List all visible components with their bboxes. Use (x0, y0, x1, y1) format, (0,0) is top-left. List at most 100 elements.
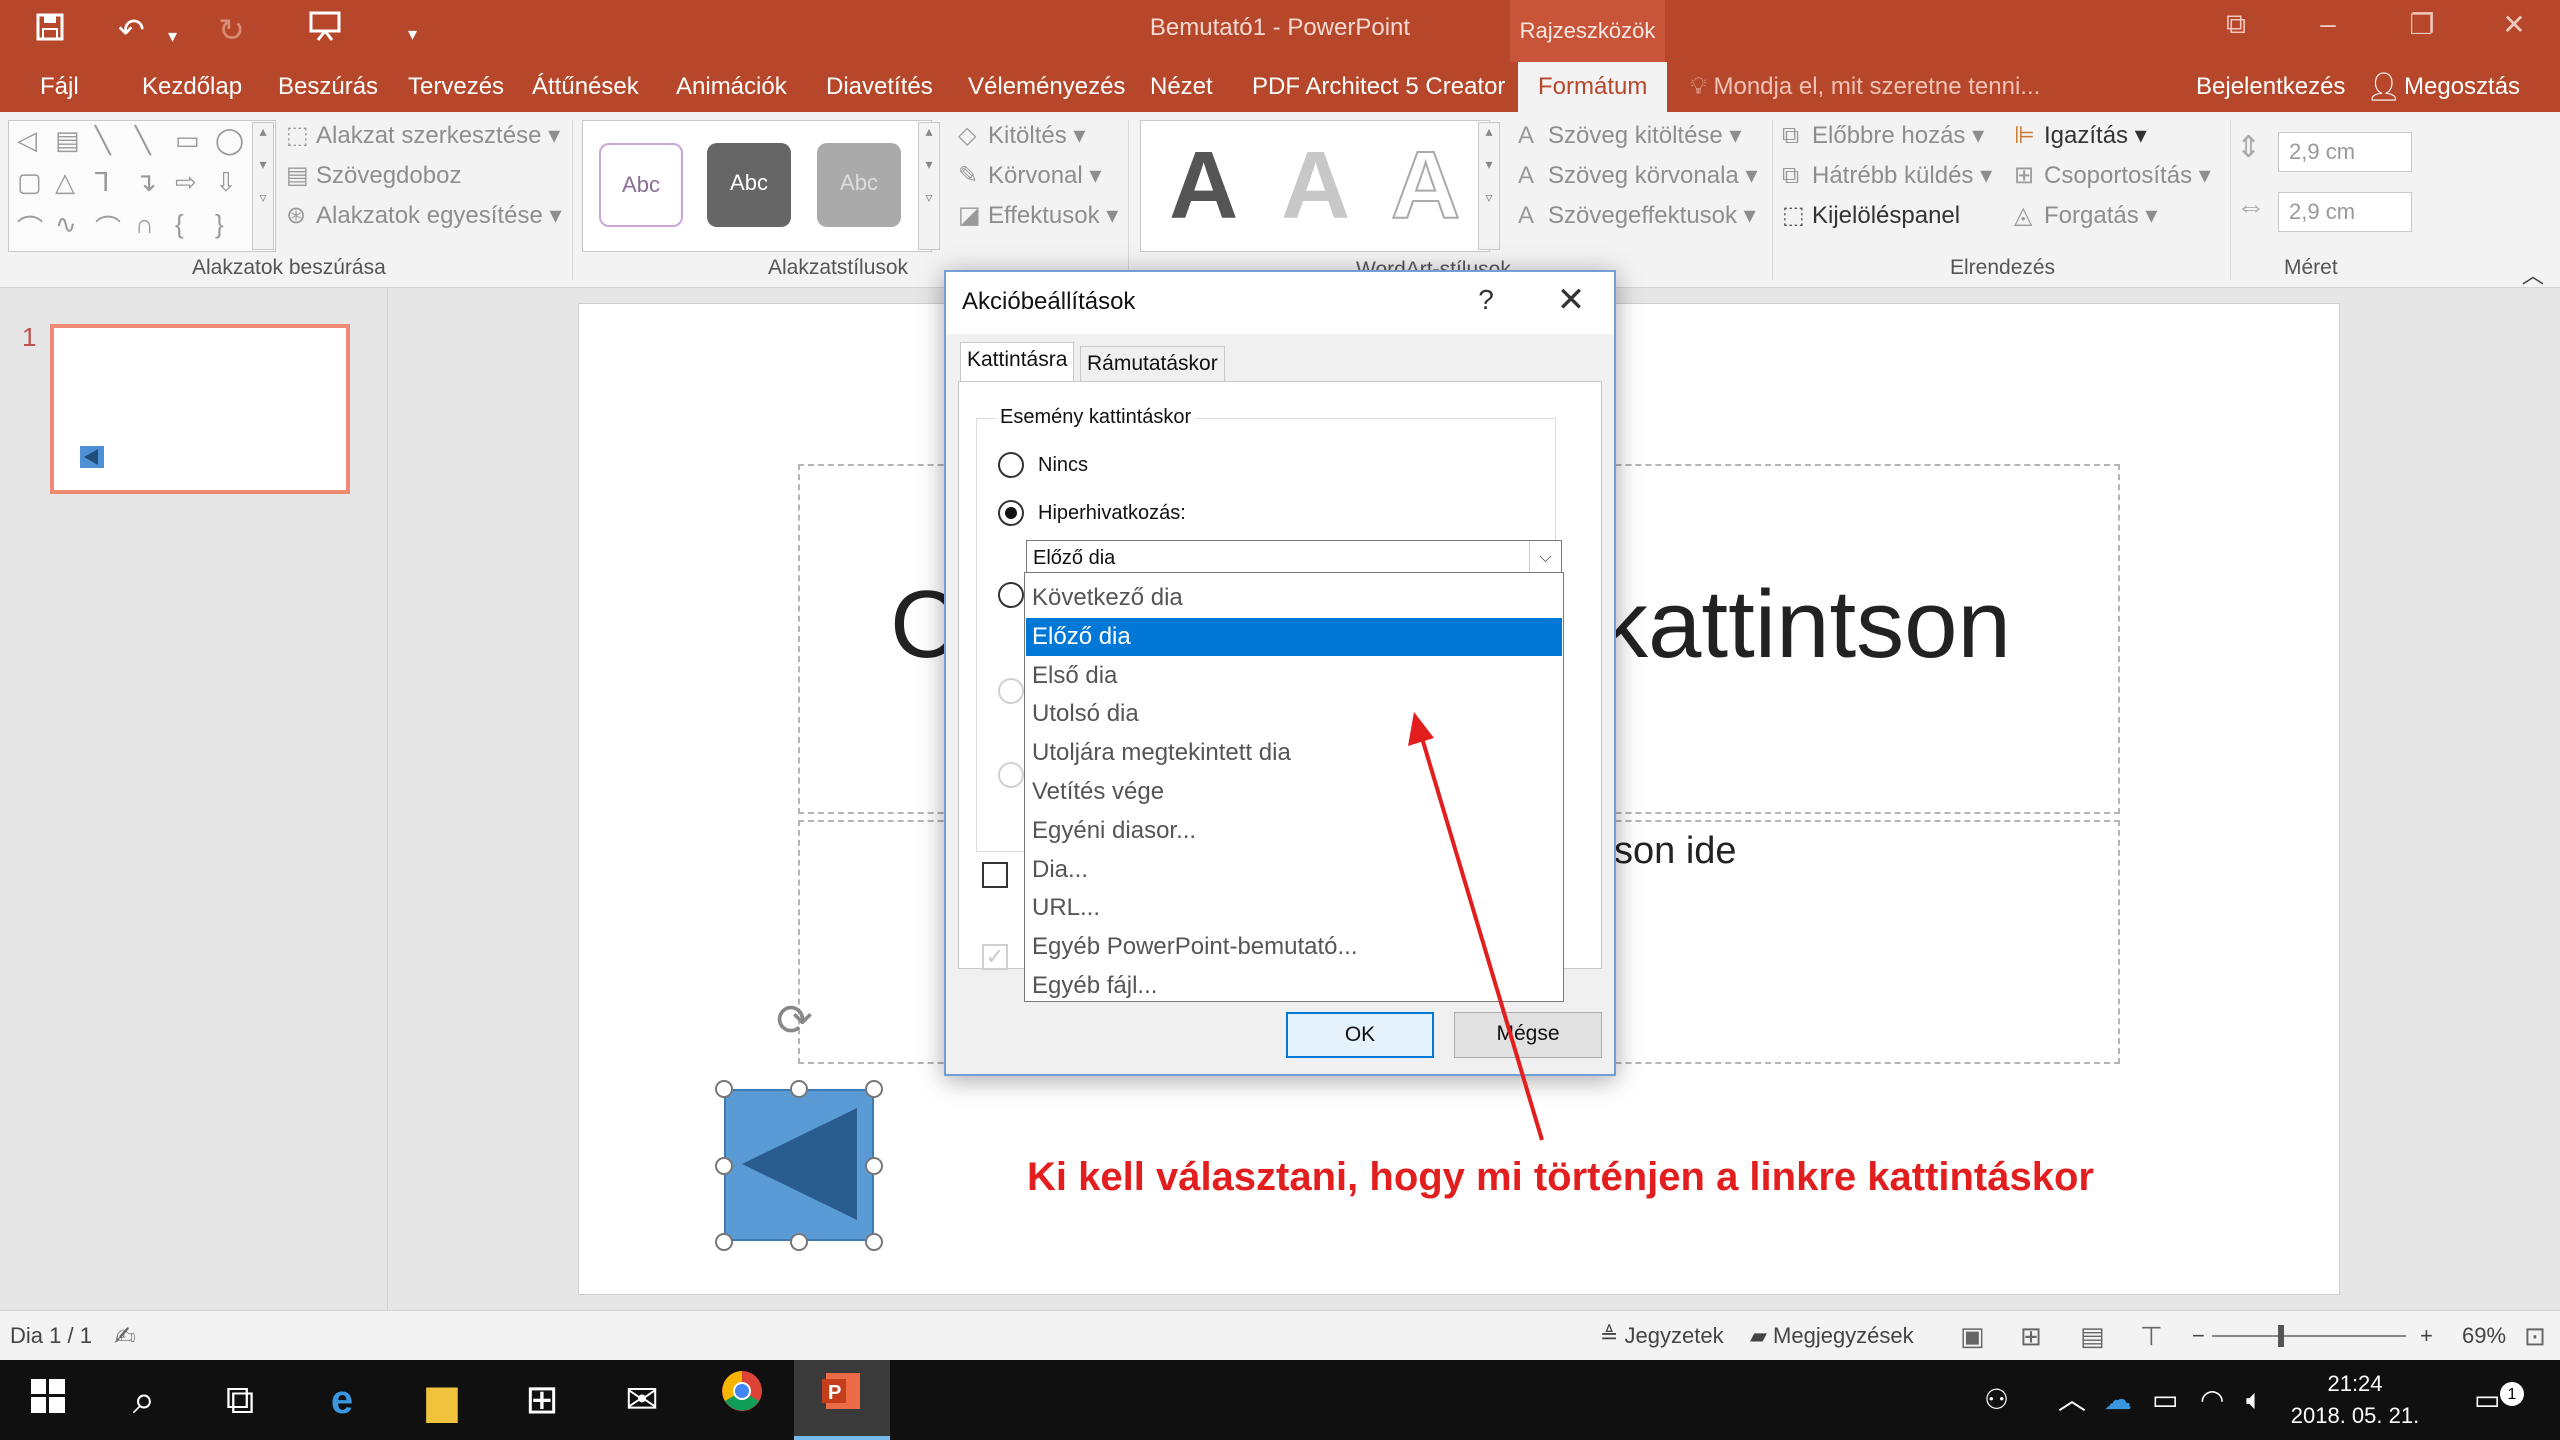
slide-sorter-icon[interactable]: ⊞ (2020, 1311, 2042, 1361)
shape-rounded-rect-icon[interactable]: ▢ (17, 167, 42, 198)
shape-down-arrow-icon[interactable]: ⇩ (215, 167, 237, 198)
wordart-style-solid[interactable]: A (1169, 131, 1238, 241)
resize-handle-top[interactable] (790, 1080, 808, 1098)
zoom-out-button[interactable]: − (2192, 1311, 2205, 1361)
shape-left-brace-icon[interactable]: { (175, 209, 184, 240)
tab-home[interactable]: Kezdőlap (142, 62, 242, 112)
tab-on-click[interactable]: Kattintásra (960, 342, 1075, 382)
notes-button[interactable]: ≜ Jegyzetek (1600, 1311, 1724, 1361)
action-center-icon[interactable]: ▭ (2474, 1360, 2500, 1440)
fit-to-window-icon[interactable]: ⊡ (2524, 1311, 2546, 1361)
wordart-style-light[interactable]: A (1281, 131, 1350, 241)
tab-format[interactable]: Formátum (1518, 62, 1668, 112)
selection-pane-button[interactable]: ⬚ Kijelöléspanel (1782, 200, 1960, 232)
dropdown-option[interactable]: Egyéni diasor... (1026, 812, 1562, 850)
ok-button[interactable]: OK (1286, 1012, 1434, 1058)
volume-icon[interactable]: 🔈︎ (2246, 1360, 2263, 1440)
cancel-button[interactable]: Mégse (1454, 1012, 1602, 1058)
tab-design[interactable]: Tervezés (408, 62, 504, 112)
people-icon[interactable]: ⚇ (1984, 1360, 2009, 1440)
zoom-level[interactable]: 69% (2462, 1311, 2506, 1361)
tab-animations[interactable]: Animációk (676, 62, 787, 112)
normal-view-icon[interactable]: ▣ (1960, 1311, 1985, 1361)
shape-styles-scroll[interactable]: ▴ ▾ ▿ (918, 122, 940, 250)
shape-freeform-icon[interactable]: ⌒ (17, 209, 43, 246)
highlight-click-checkbox[interactable]: ✓ (982, 944, 1008, 970)
merge-shapes-button[interactable]: ⊛ Alakzatok egyesítése ▾ (286, 200, 562, 232)
align-button[interactable]: ⊫ Igazítás ▾ (2014, 120, 2147, 152)
tab-slideshow[interactable]: Diavetítés (826, 62, 933, 112)
chevron-down-icon[interactable]: ⌵ (1529, 541, 1561, 575)
store-icon[interactable]: ⊞ (494, 1360, 590, 1440)
rotate-button[interactable]: ◬ Forgatás ▾ (2014, 200, 2157, 232)
reading-view-icon[interactable]: ▤ (2080, 1311, 2105, 1361)
mail-icon[interactable]: ✉ (594, 1360, 690, 1440)
shape-right-brace-icon[interactable]: } (215, 209, 224, 240)
shape-isosceles-icon[interactable]: △ (55, 167, 75, 198)
shape-styles-gallery[interactable]: Abc Abc Abc (582, 120, 932, 252)
resize-handle-left[interactable] (715, 1157, 733, 1175)
tab-insert[interactable]: Beszúrás (278, 62, 378, 112)
dropdown-option[interactable]: Egyéb PowerPoint-bemutató... (1026, 928, 1562, 966)
edge-browser-icon[interactable]: e (294, 1360, 390, 1440)
share-button[interactable]: 👤︎ Megosztás (2360, 62, 2520, 112)
onedrive-icon[interactable]: ☁ (2104, 1360, 2132, 1440)
spell-check-icon[interactable]: ✍︎ (114, 1311, 136, 1361)
resize-handle-top-right[interactable] (865, 1080, 883, 1098)
dropdown-option[interactable]: Utolsó dia (1026, 695, 1562, 733)
shape-elbow-arrow-icon[interactable]: ↴ (135, 167, 157, 198)
tab-review[interactable]: Véleményezés (968, 62, 1125, 112)
tell-me-search[interactable]: 💡︎ Mondja el, mit szeretne tenni... (1690, 62, 2040, 112)
rotate-handle-icon[interactable]: ⟳ (776, 996, 813, 1046)
powerpoint-taskbar-icon[interactable]: P (794, 1360, 890, 1440)
resize-handle-right[interactable] (865, 1157, 883, 1175)
dropdown-option[interactable]: Dia... (1026, 851, 1562, 889)
taskbar-clock[interactable]: 21:24 2018. 05. 21. (2290, 1368, 2420, 1432)
slide-thumbnail[interactable] (50, 324, 350, 494)
dropdown-option[interactable]: Előző dia (1026, 617, 1562, 656)
shape-oval-icon[interactable]: ◯ (215, 125, 244, 156)
dropdown-option[interactable]: Vetítés vége (1026, 773, 1562, 811)
shape-outline-button[interactable]: ✎ Körvonal ▾ (958, 160, 1101, 192)
text-fill-button[interactable]: A Szöveg kitöltése ▾ (1518, 120, 1741, 152)
radio-hyperlink[interactable] (998, 500, 1024, 526)
tab-on-hover[interactable]: Rámutatáskor (1080, 346, 1225, 382)
zoom-in-button[interactable]: + (2420, 1311, 2433, 1361)
radio-object-action[interactable] (998, 762, 1024, 788)
shape-elbow-icon[interactable]: ⅂ (95, 167, 110, 198)
play-sound-checkbox[interactable] (982, 862, 1008, 888)
resize-handle-top-left[interactable] (715, 1080, 733, 1098)
show-hidden-icons[interactable]: ︿ (2058, 1360, 2086, 1440)
help-icon[interactable]: ? (1466, 284, 1506, 316)
zoom-slider[interactable] (2212, 1335, 2406, 1337)
chrome-icon[interactable] (694, 1360, 790, 1440)
tab-pdf-architect[interactable]: PDF Architect 5 Creator (1252, 62, 1505, 112)
battery-icon[interactable]: ▭ (2152, 1360, 2178, 1440)
bring-forward-button[interactable]: ⧉ Előbbre hozás ▾ (1782, 120, 1984, 152)
shape-right-arrow-icon[interactable]: ⇨ (175, 167, 197, 198)
collapse-ribbon-icon[interactable]: ︿ (2522, 258, 2544, 290)
search-icon[interactable]: ⌕ (96, 1360, 192, 1440)
radio-run-program[interactable] (998, 582, 1024, 608)
minimize-icon[interactable]: – (2298, 8, 2358, 40)
shape-curve-icon[interactable]: ∩ (135, 209, 154, 240)
wordart-gallery-scroll[interactable]: ▴ ▾ ▿ (1478, 122, 1500, 250)
shape-arrow-line-icon[interactable]: ╲ (135, 125, 151, 156)
shape-textbox-icon[interactable]: ▤ (55, 125, 80, 156)
text-box-button[interactable]: ▤ Szövegdoboz (286, 160, 461, 192)
resize-handle-bottom-right[interactable] (865, 1233, 883, 1251)
shapes-gallery[interactable]: ◁ ▤ ╲ ╲ ▭ ◯ ▢ △ ⅂ ↴ ⇨ ⇩ ⌒ ∿ ⌒ ∩ { } (8, 120, 276, 252)
wordart-gallery[interactable]: A A A (1140, 120, 1490, 252)
group-button[interactable]: ⊞ Csoportosítás ▾ (2014, 160, 2211, 192)
restore-icon[interactable]: ❐ (2392, 8, 2452, 41)
close-window-icon[interactable]: ✕ (2484, 8, 2544, 41)
radio-run-macro[interactable] (998, 678, 1024, 704)
shape-style-dark[interactable]: Abc (707, 143, 791, 227)
wifi-icon[interactable]: ◠ (2200, 1360, 2224, 1440)
close-icon[interactable]: ✕ (1546, 280, 1596, 320)
tab-view[interactable]: Nézet (1150, 62, 1213, 112)
wordart-style-outline[interactable]: A (1390, 131, 1461, 241)
ribbon-display-options-icon[interactable]: ⧉ (2206, 8, 2266, 41)
sign-in-link[interactable]: Bejelentkezés (2196, 62, 2345, 112)
shape-style-outline[interactable]: Abc (599, 143, 683, 227)
